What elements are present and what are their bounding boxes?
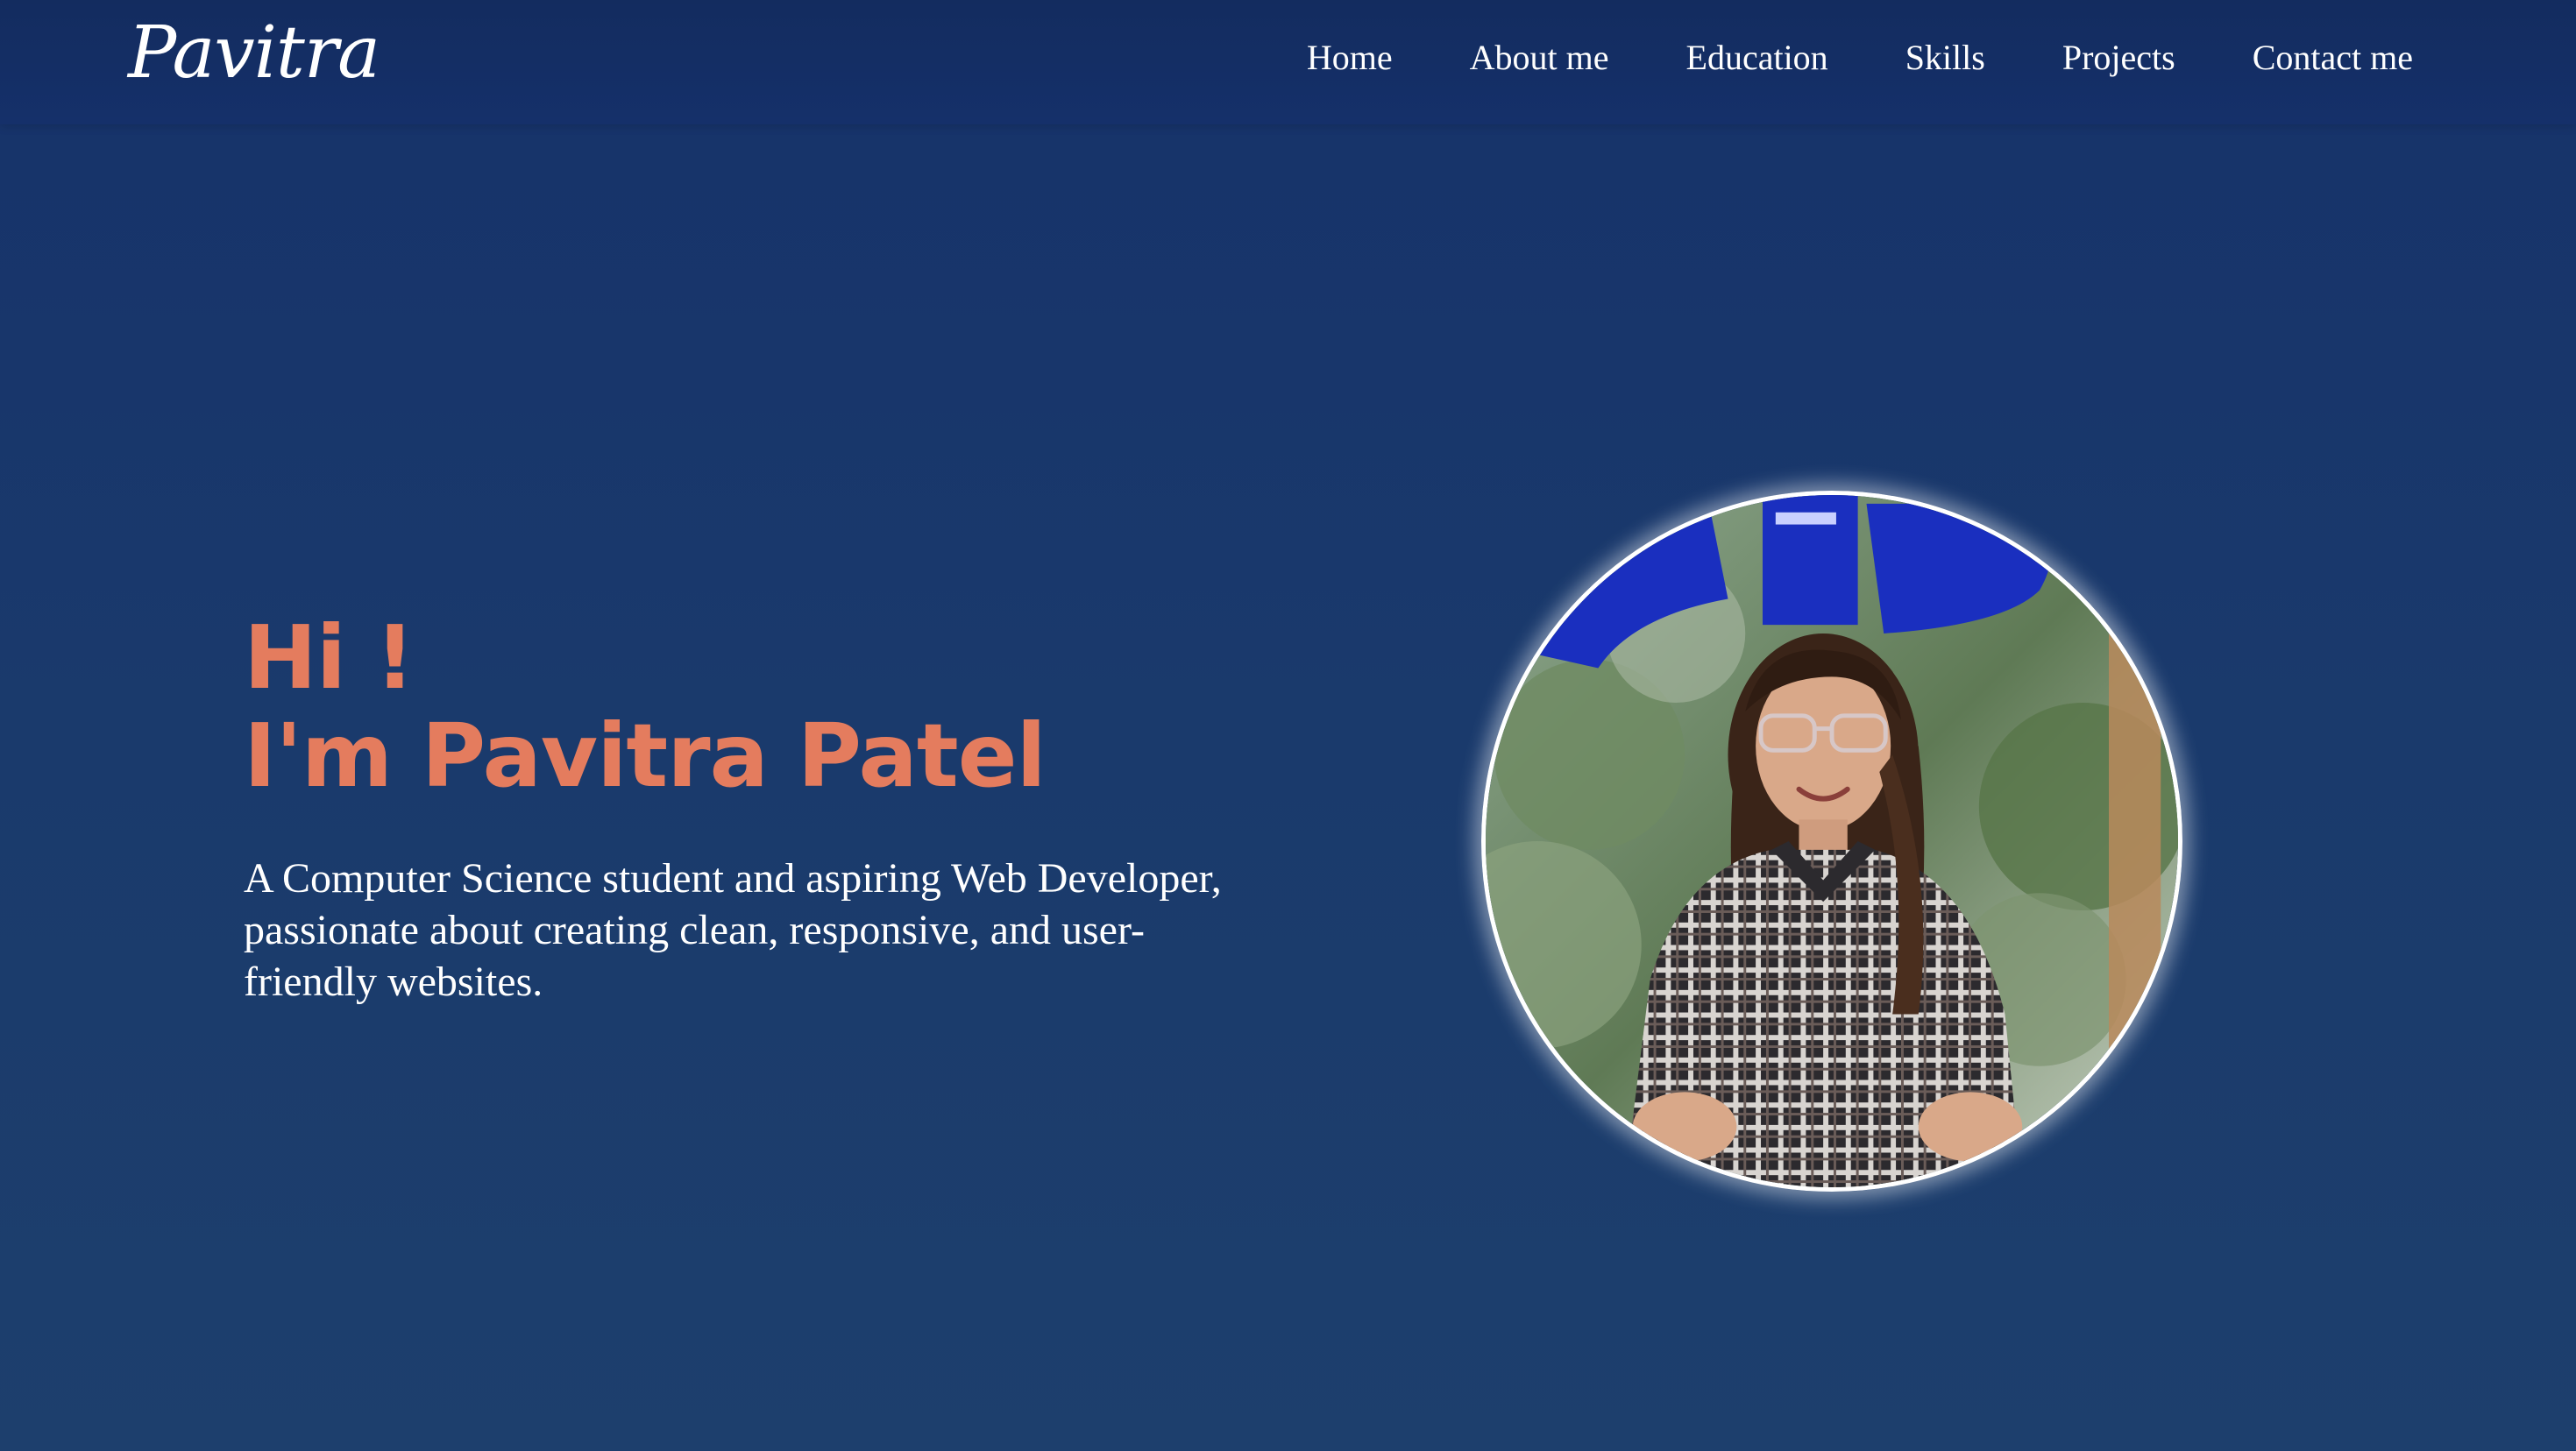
nav-item-education[interactable]: Education [1686,37,1828,78]
nav-links: Home About me Education Skills Projects … [1307,37,2413,78]
hero-section: Hi ! I'm Pavitra Patel A Computer Scienc… [244,609,1260,1050]
nav-item-home[interactable]: Home [1307,37,1393,78]
profile-photo-image [1486,495,2178,1187]
hero-greeting: Hi ! [244,606,415,709]
nav-item-about-me[interactable]: About me [1470,37,1609,78]
hero-tagline: A Computer Science student and aspiring … [244,855,1222,1005]
nav-item-projects[interactable]: Projects [2062,37,2175,78]
nav-item-contact-me[interactable]: Contact me [2253,37,2413,78]
navbar: Pavitra Home About me Education Skills P… [0,0,2576,124]
nav-item-skills[interactable]: Skills [1905,37,1985,78]
site-logo[interactable]: Pavitra [128,7,380,101]
hero-name: I'm Pavitra Patel [244,704,1047,807]
profile-photo [1481,491,2182,1192]
